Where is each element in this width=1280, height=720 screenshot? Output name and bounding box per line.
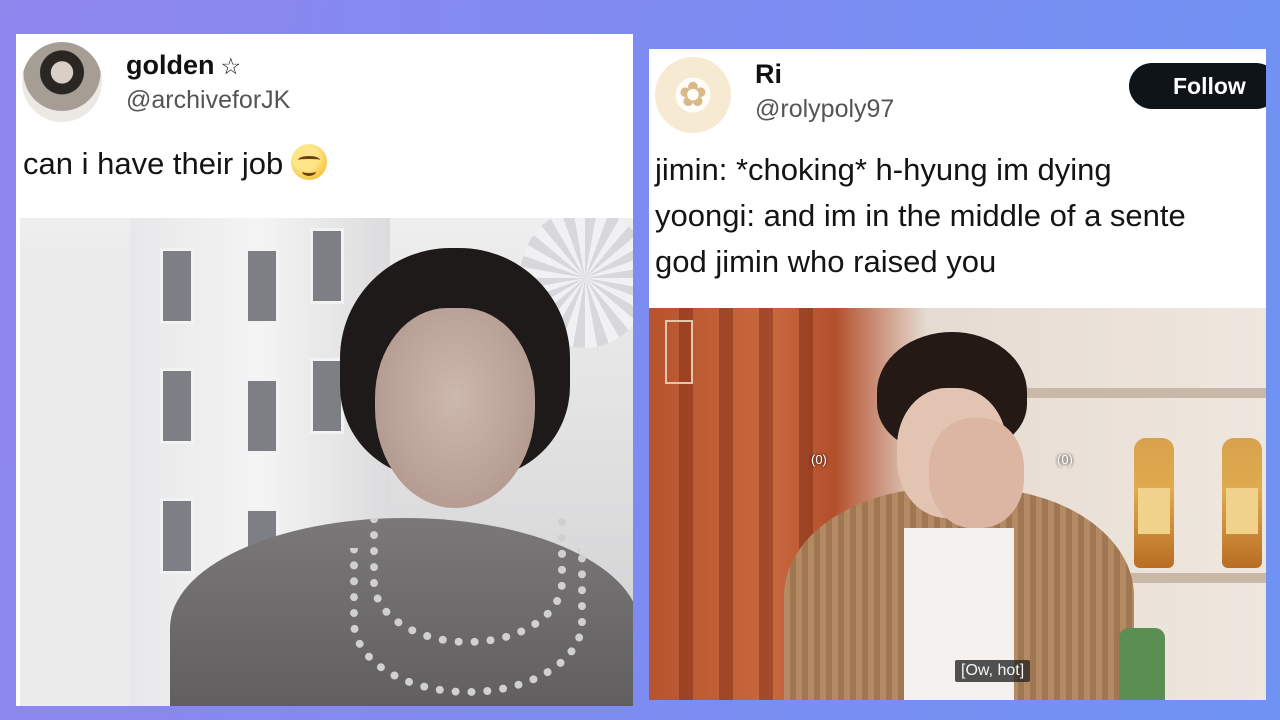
bottle xyxy=(1134,438,1174,568)
channel-logo-icon xyxy=(665,320,693,384)
window xyxy=(160,248,194,324)
tweet-image[interactable] xyxy=(20,218,633,706)
necklace xyxy=(350,548,586,696)
window xyxy=(310,358,344,434)
tweet-text-line: can i have their job xyxy=(23,146,284,181)
tweet-text: jimin: *choking* h-hyung im dying yoongi… xyxy=(655,147,1186,285)
smiling-face-emoji-icon xyxy=(291,144,328,180)
person-hand xyxy=(929,418,1024,528)
tweet-video[interactable]: (0) (0) [Ow, hot] xyxy=(649,308,1266,700)
mascot-icon: ✿ xyxy=(678,75,708,115)
tweet-line: yoongi: and im in the middle of a sente xyxy=(655,198,1186,233)
tweet-line: jimin: *choking* h-hyung im dying xyxy=(655,152,1112,187)
person-face xyxy=(375,308,535,508)
tweet-line: god jimin who raised you xyxy=(655,244,997,279)
avatar[interactable] xyxy=(22,42,102,122)
green-bottle xyxy=(1119,628,1165,700)
follow-button[interactable]: Follow xyxy=(1129,63,1266,109)
bottle xyxy=(1222,438,1262,568)
tweet-card-right: ✿ Ri @rolypoly97 Follow jimin: *choking*… xyxy=(649,49,1266,700)
window xyxy=(245,378,279,454)
tweet-card-left: golden ☆ @archiveforJK can i have their j… xyxy=(16,34,633,706)
window xyxy=(245,248,279,324)
tweet-text: can i have their job xyxy=(23,141,328,187)
bottle-label xyxy=(1226,488,1258,534)
video-overlay-right: (0) xyxy=(1057,452,1073,467)
video-caption: [Ow, hot] xyxy=(955,660,1031,682)
avatar[interactable]: ✿ xyxy=(655,57,731,133)
star-icon: ☆ xyxy=(220,54,242,80)
curtain-fold xyxy=(719,308,733,700)
building-pillar xyxy=(20,248,130,706)
user-handle[interactable]: @rolypoly97 xyxy=(755,95,894,124)
display-name[interactable]: Ri xyxy=(755,59,782,90)
curtain-fold xyxy=(759,308,773,700)
window xyxy=(160,498,194,574)
display-name[interactable]: golden ☆ xyxy=(126,50,241,81)
window xyxy=(160,368,194,444)
user-handle[interactable]: @archiveforJK xyxy=(126,86,290,115)
window xyxy=(310,228,344,304)
person xyxy=(340,248,590,548)
video-overlay-left: (0) xyxy=(811,452,827,467)
display-name-text: golden xyxy=(126,50,215,80)
bottle-label xyxy=(1138,488,1170,534)
